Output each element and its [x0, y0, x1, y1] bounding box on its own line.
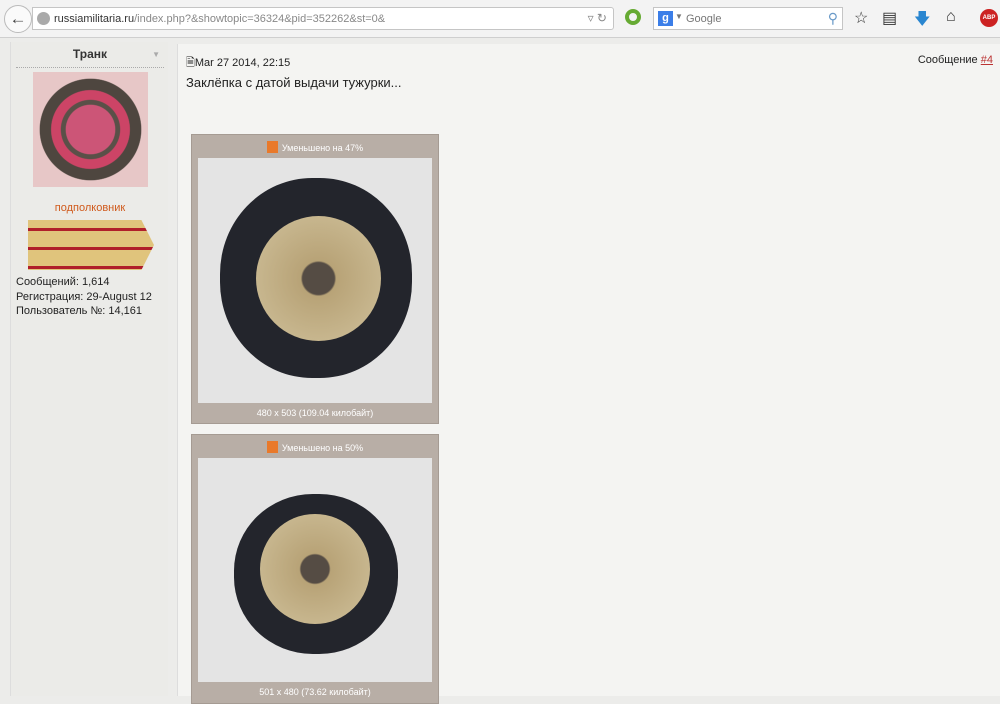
adblock-icon[interactable]: ABP	[980, 9, 998, 27]
post-date-text: Mar 27 2014, 22:15	[194, 57, 291, 69]
url-path: /index.php?&showtopic=36324&pid=352262&s…	[134, 13, 386, 25]
bookmark-star-icon[interactable]: ☆	[854, 8, 868, 28]
rank-insignia	[28, 220, 154, 270]
post-text: Заклёпка с датой выдачи тужурки...	[186, 75, 402, 90]
reload-icon[interactable]: ▿ ↻	[588, 11, 607, 25]
post-date: 🗎Mar 27 2014, 22:15	[186, 57, 291, 69]
home-icon[interactable]: ⌂	[946, 8, 956, 26]
image-info: 480 x 503 (109.04 килобайт)	[256, 408, 374, 418]
post-content: 🗎Mar 27 2014, 22:15 Сообщение #4 Заклёпк…	[177, 44, 1000, 704]
resize-note: Уменьшено на 50%	[281, 443, 364, 453]
image-caption: Уменьшено на 47%	[192, 135, 438, 158]
browser-toolbar: ← russiamilitaria.ru/index.php?&showtopi…	[0, 0, 1000, 38]
zoom-icon[interactable]	[266, 141, 278, 153]
back-button[interactable]: ←	[4, 5, 32, 33]
url-domain: russiamilitaria.ru	[54, 13, 135, 25]
search-input[interactable]: Google	[686, 13, 721, 25]
chevron-down-icon[interactable]: ▼	[675, 12, 683, 21]
avatar	[33, 72, 148, 187]
user-rank: подполковник	[54, 202, 126, 214]
chevron-down-icon[interactable]: ▼	[152, 50, 160, 59]
bookmarks-list-icon[interactable]: ▤	[882, 8, 897, 28]
url-bar[interactable]: russiamilitaria.ru/index.php?&showtopic=…	[32, 7, 614, 30]
registration-date: Регистрация: 29-August 12	[16, 291, 152, 303]
username[interactable]: Транк ▼	[16, 47, 164, 68]
message-number: Сообщение #4	[918, 54, 993, 66]
download-icon[interactable]: 🡇	[914, 8, 930, 35]
username-text[interactable]: Транк	[73, 47, 107, 61]
image[interactable]	[198, 458, 432, 682]
extension-icon[interactable]	[625, 9, 641, 25]
image[interactable]	[198, 158, 432, 403]
google-icon[interactable]: g	[658, 11, 673, 26]
image-attachment[interactable]: Уменьшено на 47% 480 x 503 (109.04 килоб…	[191, 134, 439, 424]
message-link[interactable]: #4	[981, 54, 993, 66]
post-count: Сообщений: 1,614	[16, 276, 110, 288]
search-icon[interactable]: ⚲	[828, 10, 838, 27]
image-attachment[interactable]: Уменьшено на 50% 501 x 480 (73.62 килоба…	[191, 434, 439, 704]
image-caption: Уменьшено на 50%	[192, 435, 438, 458]
message-label: Сообщение	[917, 54, 978, 66]
image-info: 501 x 480 (73.62 килобайт)	[259, 687, 371, 697]
resize-note: Уменьшено на 47%	[281, 143, 364, 153]
button-rivet	[256, 216, 381, 341]
globe-icon	[37, 12, 50, 25]
zoom-icon[interactable]	[266, 441, 278, 453]
user-sidebar: Транк ▼ подполковник Сообщений: 1,614 Рег…	[10, 42, 168, 696]
button-rivet	[260, 514, 370, 624]
search-box[interactable]: g ▼ Google ⚲	[653, 7, 843, 30]
user-number: Пользователь №: 14,161	[16, 305, 142, 317]
